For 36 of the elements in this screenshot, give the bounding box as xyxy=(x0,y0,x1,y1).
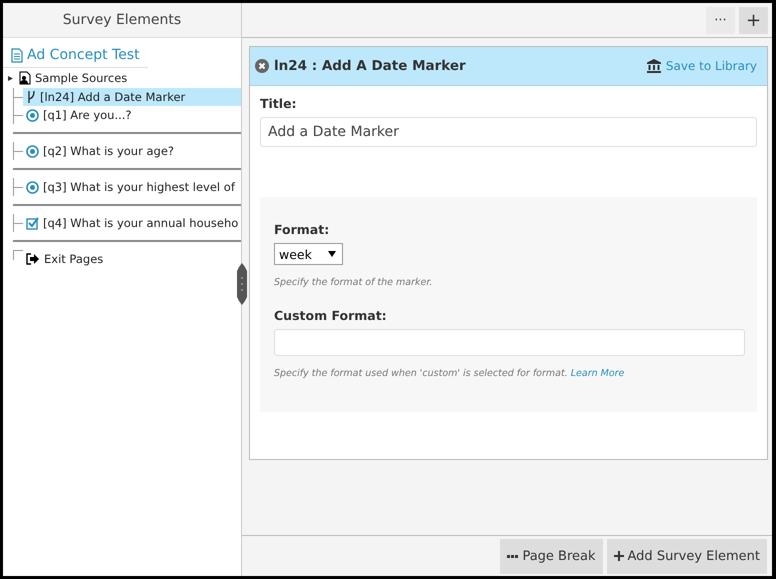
field-label: Title: xyxy=(260,96,298,111)
element-title: ln24 : Add A Date Marker xyxy=(274,58,467,74)
field-label: Custom Format: xyxy=(274,308,388,323)
branch-icon xyxy=(26,90,36,104)
document-icon xyxy=(11,48,23,62)
dots-icon xyxy=(507,554,518,558)
bank-icon xyxy=(646,59,661,73)
tree-item[interactable]: [q2] What is your age? xyxy=(23,142,241,160)
radio-icon xyxy=(26,180,39,194)
page-break-button[interactable]: Page Break xyxy=(500,538,603,574)
tree-item[interactable]: [q1] Are you...? xyxy=(23,106,241,124)
field-label: Format: xyxy=(274,222,330,237)
radio-icon xyxy=(26,144,39,158)
radio-icon xyxy=(26,108,39,122)
checkbox-icon xyxy=(26,216,39,230)
panel-title: Survey Elements xyxy=(62,12,182,28)
survey-link[interactable]: Ad Concept Test xyxy=(3,38,148,68)
contact-card-icon xyxy=(17,71,31,85)
hint-text: Specify the format used when 'custom' is selected for format. Learn More xyxy=(274,368,626,379)
add-button[interactable]: + xyxy=(739,6,768,34)
close-icon[interactable] xyxy=(255,59,269,73)
dropdown-caret-icon xyxy=(328,251,336,257)
exit-icon xyxy=(26,253,40,265)
format-dropdown[interactable]: week xyxy=(274,243,343,265)
tree-item[interactable]: Exit Pages xyxy=(23,250,241,268)
tree-item[interactable]: [q3] What is your highest level of xyxy=(23,178,241,196)
tree-item[interactable]: Sample Sources xyxy=(14,69,241,87)
splitter-handle-icon[interactable] xyxy=(237,263,247,305)
tree-item[interactable]: [ln24] Add a Date Marker xyxy=(23,88,241,106)
more-button[interactable]: ··· xyxy=(706,6,735,34)
plus-icon xyxy=(614,551,624,561)
hint-text: Specify the format of the marker. xyxy=(274,277,434,288)
custom-format-field[interactable] xyxy=(274,329,745,356)
tree-item[interactable]: [q4] What is your annual househo xyxy=(23,214,241,232)
add-survey-element-button[interactable]: Add Survey Element xyxy=(606,538,767,574)
title-field[interactable]: Add a Date Marker xyxy=(260,117,757,147)
